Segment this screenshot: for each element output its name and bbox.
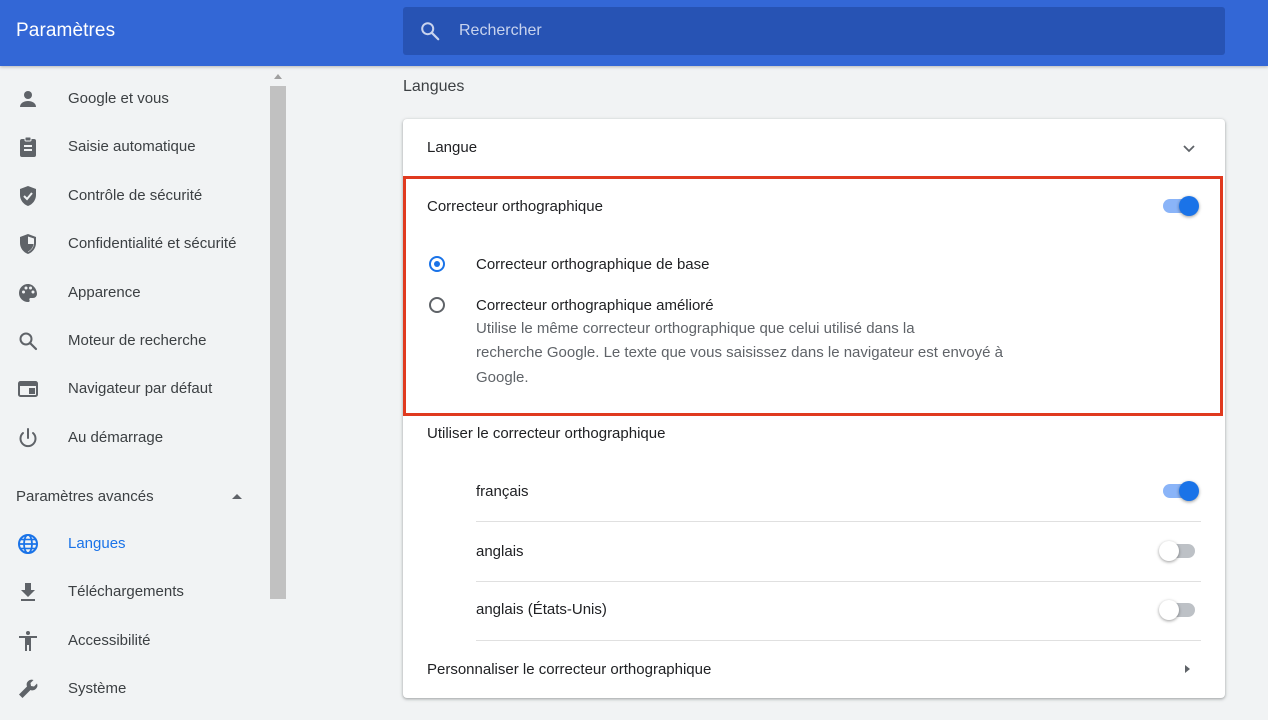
globe-icon bbox=[18, 534, 38, 554]
section-title: Langues bbox=[403, 78, 465, 95]
wrench-icon bbox=[19, 679, 38, 698]
customize-spellcheck-row[interactable]: Personnaliser le correcteur orthographiq… bbox=[403, 641, 1225, 698]
shield-icon bbox=[20, 234, 36, 254]
sidebar-item-system[interactable]: Système bbox=[0, 667, 268, 711]
app-header: Paramètres Rechercher bbox=[0, 0, 1268, 66]
spellcheck-toggle[interactable] bbox=[1161, 194, 1201, 218]
sidebar-item-on-startup[interactable]: Au démarrage bbox=[0, 416, 268, 460]
english-spellcheck-toggle[interactable] bbox=[1159, 539, 1199, 563]
use-spellcheck-label: Utiliser le correcteur orthographique bbox=[427, 425, 666, 442]
sidebar-item-label: Confidentialité et sécurité bbox=[68, 235, 237, 252]
palette-icon bbox=[19, 284, 37, 302]
sidebar-item-google[interactable]: Google et vous bbox=[0, 77, 268, 121]
search-input[interactable]: Rechercher bbox=[459, 22, 542, 40]
toggle-knob bbox=[1159, 600, 1179, 620]
scrollbar-thumb[interactable] bbox=[270, 86, 286, 599]
scroll-up-arrow-icon[interactable] bbox=[273, 72, 283, 80]
sidebar-item-label: Système bbox=[68, 680, 127, 697]
sidebar: Google et vous Saisie automatique Contrô… bbox=[0, 66, 268, 720]
toggle-knob bbox=[1179, 196, 1199, 216]
chevron-down-icon[interactable] bbox=[1181, 140, 1197, 156]
toggle-knob bbox=[1159, 541, 1179, 561]
sidebar-item-accessibility[interactable]: Accessibilité bbox=[0, 619, 268, 663]
advanced-settings-label: Paramètres avancés bbox=[16, 488, 154, 505]
sidebar-item-downloads[interactable]: Téléchargements bbox=[0, 570, 268, 614]
advanced-settings-toggle[interactable]: Paramètres avancés bbox=[0, 480, 268, 512]
sidebar-item-appearance[interactable]: Apparence bbox=[0, 271, 268, 315]
enhanced-spellcheck-description-line1: Utilise le même correcteur orthographiqu… bbox=[476, 320, 915, 337]
accessibility-icon bbox=[19, 631, 37, 651]
sidebar-item-privacy[interactable]: Confidentialité et sécurité bbox=[0, 222, 268, 266]
enhanced-spellcheck-description-line3: Google. bbox=[476, 369, 529, 386]
person-icon bbox=[20, 91, 36, 107]
language-name-french: français bbox=[476, 483, 529, 500]
sidebar-item-label: Au démarrage bbox=[68, 429, 164, 446]
enhanced-spellcheck-label[interactable]: Correcteur orthographique amélioré bbox=[476, 297, 714, 314]
sidebar-item-label: Accessibilité bbox=[68, 632, 151, 649]
arrow-up-icon bbox=[232, 494, 242, 499]
language-row[interactable]: Langue bbox=[403, 119, 1225, 176]
english-us-spellcheck-toggle[interactable] bbox=[1159, 598, 1199, 622]
sidebar-item-label: Contrôle de sécurité bbox=[68, 187, 203, 204]
browser-icon bbox=[18, 381, 38, 397]
sidebar-item-autofill[interactable]: Saisie automatique bbox=[0, 125, 268, 169]
sidebar-item-label: Navigateur par défaut bbox=[68, 380, 213, 397]
sidebar-item-label: Apparence bbox=[68, 284, 141, 301]
language-name-english: anglais bbox=[476, 543, 524, 560]
french-spellcheck-toggle[interactable] bbox=[1161, 479, 1201, 503]
search-icon bbox=[19, 332, 38, 351]
clipboard-icon bbox=[20, 136, 36, 157]
divider bbox=[476, 521, 1201, 522]
sidebar-item-safety-check[interactable]: Contrôle de sécurité bbox=[0, 174, 268, 218]
shield-check-icon bbox=[20, 186, 36, 206]
customize-spellcheck-label: Personnaliser le correcteur orthographiq… bbox=[427, 661, 712, 678]
sidebar-item-label: Téléchargements bbox=[68, 583, 184, 600]
basic-spellcheck-label[interactable]: Correcteur orthographique de base bbox=[476, 256, 709, 273]
app-title: Paramètres bbox=[16, 20, 116, 41]
enhanced-spellcheck-description-line2: recherche Google. Le texte que vous sais… bbox=[476, 344, 1003, 361]
sidebar-item-search-engine[interactable]: Moteur de recherche bbox=[0, 319, 268, 363]
sidebar-item-label: Moteur de recherche bbox=[68, 332, 207, 349]
language-row-label: Langue bbox=[427, 139, 478, 156]
divider bbox=[476, 581, 1201, 582]
toggle-knob bbox=[1179, 481, 1199, 501]
power-icon bbox=[19, 428, 37, 448]
sidebar-item-label: Google et vous bbox=[68, 90, 169, 107]
download-icon bbox=[21, 583, 35, 601]
spellcheck-label: Correcteur orthographique bbox=[427, 198, 603, 215]
arrow-right-icon bbox=[1185, 665, 1190, 673]
sidebar-item-default-browser[interactable]: Navigateur par défaut bbox=[0, 367, 268, 411]
language-name-english-us: anglais (États-Unis) bbox=[476, 601, 607, 618]
enhanced-spellcheck-radio[interactable] bbox=[429, 297, 445, 313]
sidebar-scrollbar[interactable] bbox=[268, 66, 288, 720]
search-box[interactable]: Rechercher bbox=[403, 7, 1225, 55]
sidebar-item-languages[interactable]: Langues bbox=[0, 522, 268, 566]
search-icon bbox=[421, 22, 440, 41]
sidebar-item-label: Langues bbox=[68, 535, 126, 552]
languages-card: Langue Correcteur orthographique Correct… bbox=[403, 119, 1225, 698]
basic-spellcheck-radio[interactable] bbox=[429, 256, 445, 272]
sidebar-item-label: Saisie automatique bbox=[68, 138, 196, 155]
